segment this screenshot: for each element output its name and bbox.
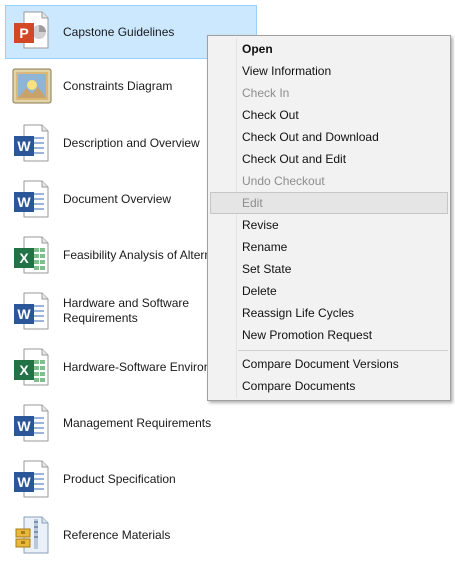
word-icon: W <box>12 179 52 219</box>
file-item-product-specification[interactable]: W Product Specification <box>6 455 256 503</box>
menu-item-set-state[interactable]: Set State <box>210 258 448 280</box>
menu-item-label: Edit <box>242 196 263 210</box>
svg-text:W: W <box>17 474 31 490</box>
word-icon: W <box>12 291 52 331</box>
menu-item-view-information[interactable]: View Information <box>210 60 448 82</box>
menu-item-label: Check In <box>242 86 290 100</box>
menu-item-label: View Information <box>242 64 332 78</box>
menu-item-open[interactable]: Open <box>210 38 448 60</box>
menu-item-label: Compare Document Versions <box>242 357 399 371</box>
word-icon: W <box>12 403 52 443</box>
svg-text:W: W <box>17 306 31 322</box>
file-name: Management Requirements <box>63 415 212 430</box>
menu-item-label: Check Out <box>242 108 299 122</box>
file-item-management-requirements[interactable]: W Management Requirements <box>6 399 256 447</box>
file-item-reference-materials[interactable]: Reference Materials <box>6 511 256 559</box>
menu-item-undo-checkout: Undo Checkout <box>210 170 448 192</box>
svg-text:W: W <box>17 418 31 434</box>
menu-item-label: Check Out and Download <box>242 130 379 144</box>
svg-text:W: W <box>17 194 31 210</box>
menu-item-check-out-and-download[interactable]: Check Out and Download <box>210 126 448 148</box>
svg-text:W: W <box>17 138 31 154</box>
menu-item-delete[interactable]: Delete <box>210 280 448 302</box>
image-icon <box>12 66 52 106</box>
context-menu: Open View Information Check In Check Out… <box>207 35 451 401</box>
svg-text:X: X <box>19 362 29 378</box>
word-icon: W <box>12 123 52 163</box>
excel-icon: X <box>12 347 52 387</box>
menu-item-check-out[interactable]: Check Out <box>210 104 448 126</box>
menu-item-label: Reassign Life Cycles <box>242 306 355 320</box>
svg-text:P: P <box>19 25 28 41</box>
file-name: Reference Materials <box>63 527 171 542</box>
powerpoint-icon: P <box>12 10 52 50</box>
menu-item-rename[interactable]: Rename <box>210 236 448 258</box>
svg-text:X: X <box>19 250 29 266</box>
menu-separator <box>238 350 448 351</box>
menu-item-compare-documents[interactable]: Compare Documents <box>210 375 448 397</box>
file-name: Product Specification <box>63 471 176 486</box>
archive-icon <box>12 515 52 555</box>
menu-item-label: New Promotion Request <box>242 328 373 342</box>
menu-item-label: Set State <box>242 262 292 276</box>
menu-item-edit: Edit <box>210 192 448 214</box>
menu-item-label: Rename <box>242 240 288 254</box>
excel-icon: X <box>12 235 52 275</box>
menu-item-new-promotion-request[interactable]: New Promotion Request <box>210 324 448 346</box>
menu-item-revise[interactable]: Revise <box>210 214 448 236</box>
menu-item-check-out-and-edit[interactable]: Check Out and Edit <box>210 148 448 170</box>
menu-item-compare-document-versions[interactable]: Compare Document Versions <box>210 353 448 375</box>
menu-item-label: Check Out and Edit <box>242 152 347 166</box>
menu-item-label: Undo Checkout <box>242 174 325 188</box>
menu-item-check-in: Check In <box>210 82 448 104</box>
word-icon: W <box>12 459 52 499</box>
menu-item-label: Delete <box>242 284 277 298</box>
menu-item-label: Open <box>242 42 273 56</box>
file-name: Hardware and Software Requirements <box>63 296 190 325</box>
menu-item-reassign-life-cycles[interactable]: Reassign Life Cycles <box>210 302 448 324</box>
menu-item-label: Compare Documents <box>242 379 356 393</box>
menu-item-label: Revise <box>242 218 279 232</box>
